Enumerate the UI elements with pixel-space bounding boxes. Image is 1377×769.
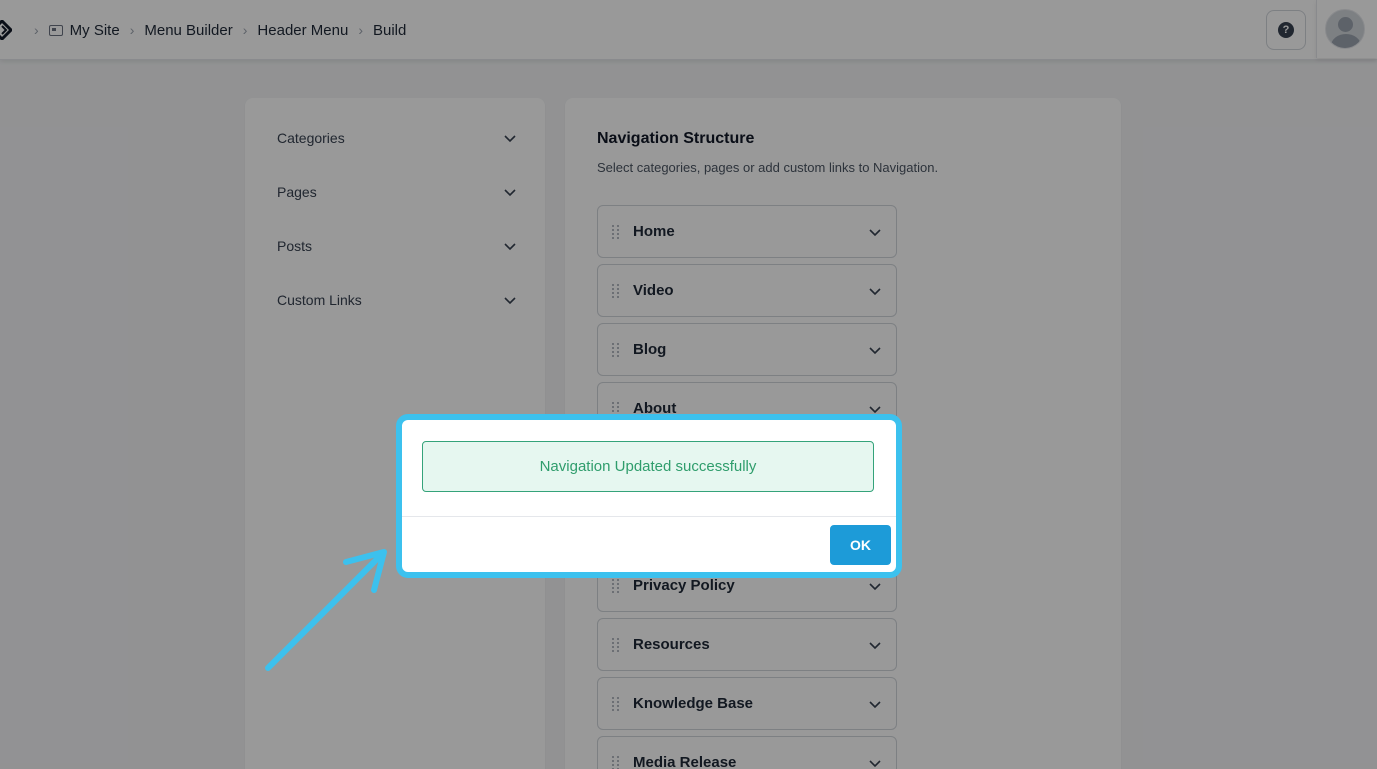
ok-button[interactable]: OK [830, 525, 891, 565]
arrow-icon [265, 549, 387, 671]
success-message: Navigation Updated successfully [539, 458, 757, 475]
modal-backdrop[interactable] [0, 0, 1377, 769]
dialog-divider [402, 516, 896, 517]
success-alert: Navigation Updated successfully [422, 441, 874, 492]
success-dialog: Navigation Updated successfully OK [396, 414, 902, 578]
